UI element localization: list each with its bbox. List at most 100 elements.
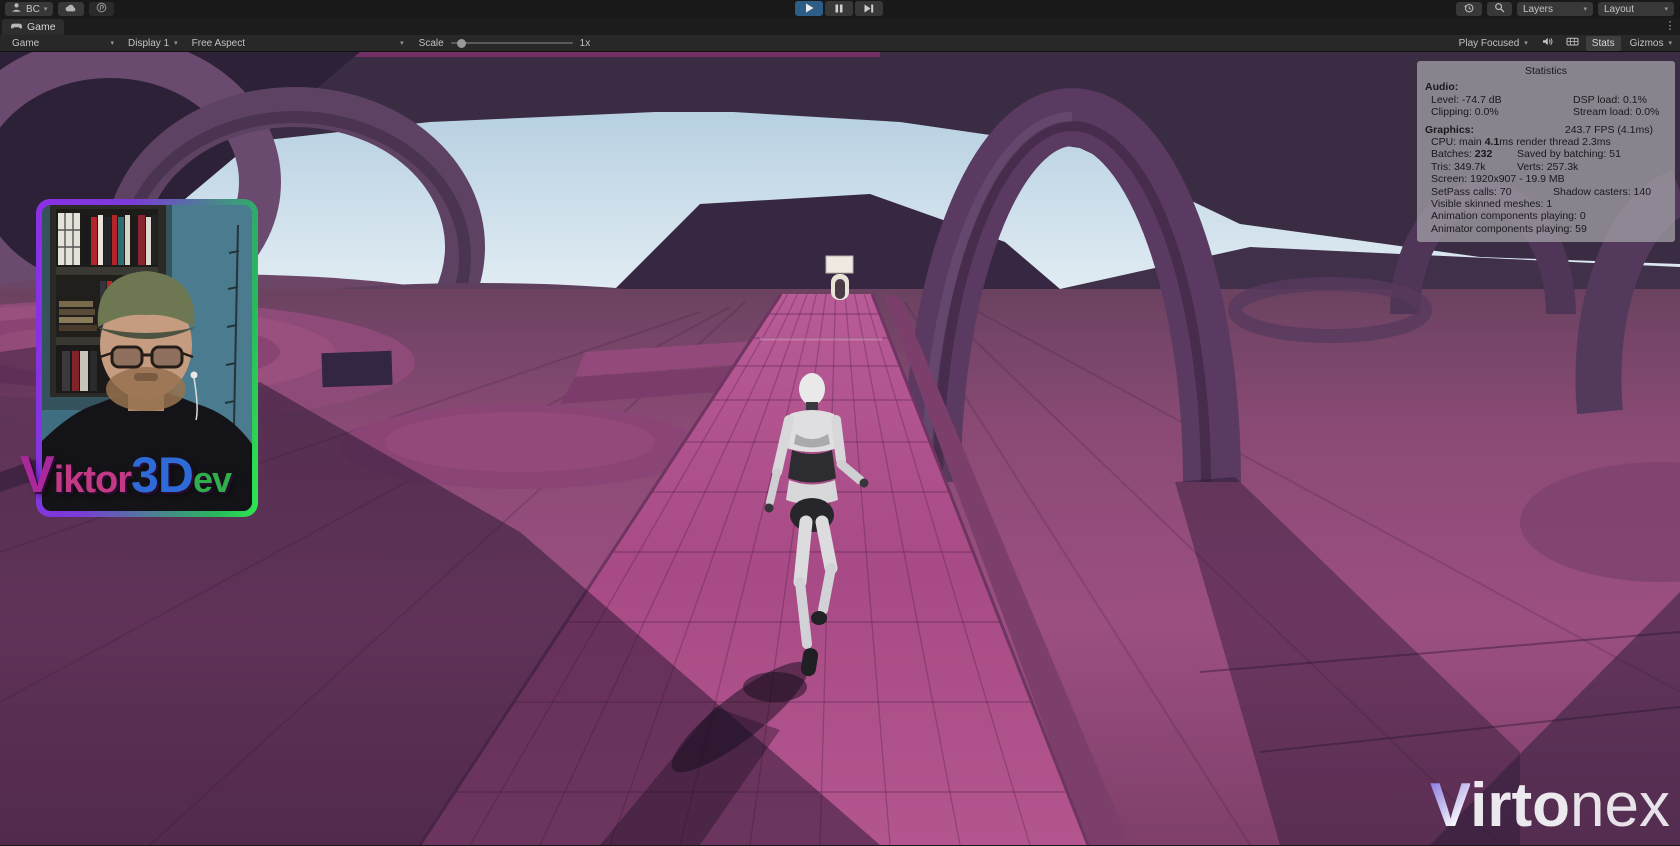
saved-by-batching: Saved by batching: 51 xyxy=(1517,148,1667,160)
graphics-heading: Graphics: xyxy=(1425,124,1474,136)
screen-info: Screen: 1920x907 - 19.9 MB xyxy=(1431,173,1667,185)
graphics-row-animation: Animation components playing: 0 xyxy=(1425,210,1667,222)
layers-dropdown[interactable]: Layers ▾ xyxy=(1517,2,1593,16)
camera-dropdown-label: Game xyxy=(12,38,39,49)
step-button[interactable] xyxy=(855,1,883,16)
pane-menu-icon[interactable]: ⋮ xyxy=(1664,19,1676,32)
play-icon xyxy=(805,0,814,18)
audio-level: Level: -74.7 dB xyxy=(1431,94,1573,106)
version-control-button[interactable] xyxy=(89,2,114,16)
scale-slider[interactable] xyxy=(451,42,573,44)
chevron-down-icon: ▾ xyxy=(174,40,178,47)
audio-row: Clipping: 0.0% Stream load: 0.0% xyxy=(1425,106,1667,118)
verts-count: Verts: 257.3k xyxy=(1517,161,1667,173)
account-button[interactable]: BC ▾ xyxy=(5,2,53,16)
play-controls xyxy=(795,1,883,16)
undo-history-icon xyxy=(1463,2,1475,17)
play-button[interactable] xyxy=(795,1,823,16)
display-dropdown-label: Display 1 xyxy=(128,38,169,49)
metrics-grid-icon xyxy=(1566,36,1579,50)
pause-icon xyxy=(835,0,843,18)
graphics-row-animator: Animator components playing: 59 xyxy=(1425,223,1667,235)
game-toolbar-right: Play Focused ▾ Stats Gizmos ▾ xyxy=(1452,36,1675,51)
graphics-row-cpu: CPU: main 4.1ms render thread 2.3ms xyxy=(1425,136,1667,148)
chevron-down-icon: ▾ xyxy=(400,40,404,47)
cpu-times: CPU: main 4.1ms render thread 2.3ms xyxy=(1431,136,1667,148)
graphics-row-skinned: Visible skinned meshes: 1 xyxy=(1425,198,1667,210)
aspect-dropdown-label: Free Aspect xyxy=(192,38,245,49)
chevron-down-icon: ▾ xyxy=(44,6,48,13)
logo-letters-iktor: iktor xyxy=(54,459,131,501)
audio-stream-load: Stream load: 0.0% xyxy=(1573,106,1667,118)
layout-label: Layout xyxy=(1604,4,1634,15)
graphics-heading-row: Graphics: 243.7 FPS (4.1ms) xyxy=(1425,124,1667,136)
search-icon xyxy=(1494,2,1505,16)
chevron-down-icon: ▾ xyxy=(1583,6,1587,13)
audio-dsp-load: DSP load: 0.1% xyxy=(1573,94,1667,106)
logo-letter-v: V xyxy=(20,446,54,504)
animator-components: Animator components playing: 59 xyxy=(1431,223,1667,235)
aspect-dropdown[interactable]: Free Aspect ▾ xyxy=(185,35,411,51)
tris-count: Tris: 349.7k xyxy=(1431,161,1517,173)
cloud-button[interactable] xyxy=(58,2,84,16)
gizmos-label: Gizmos xyxy=(1630,38,1664,49)
cloud-icon xyxy=(65,3,77,16)
audio-clipping: Clipping: 0.0% xyxy=(1431,106,1573,118)
scale-slider-knob[interactable] xyxy=(457,39,466,48)
scale-value: 1x xyxy=(580,38,591,49)
game-tab-icon xyxy=(10,21,23,33)
history-button[interactable] xyxy=(1456,2,1482,16)
game-tab-label: Game xyxy=(27,21,56,33)
watermark-light: nex xyxy=(1570,771,1670,840)
account-label: BC xyxy=(26,4,40,15)
webcam-overlay: Viktor3Dev xyxy=(36,199,258,517)
batches-count: Batches: 232 xyxy=(1431,148,1517,160)
shadow-casters: Shadow casters: 140 xyxy=(1553,186,1667,198)
audio-row: Level: -74.7 dB DSP load: 0.1% xyxy=(1425,94,1667,106)
stats-toggle-button[interactable]: Stats xyxy=(1586,36,1621,51)
watermark-v: V xyxy=(1430,771,1470,840)
gizmos-dropdown[interactable]: Gizmos ▾ xyxy=(1623,38,1675,49)
logo-letters-ev: ev xyxy=(193,459,231,500)
audio-heading: Audio: xyxy=(1425,81,1667,93)
account-icon xyxy=(11,2,22,16)
virtonex-watermark: Virtonex xyxy=(1430,770,1670,841)
logo-letters-3d: 3D xyxy=(131,447,193,503)
tab-game[interactable]: Game xyxy=(2,19,64,35)
play-focused-label: Play Focused xyxy=(1459,38,1520,49)
chevron-down-icon: ▾ xyxy=(110,40,114,47)
step-icon xyxy=(864,0,874,18)
search-button[interactable] xyxy=(1487,2,1512,16)
speaker-icon xyxy=(1542,36,1554,50)
game-viewport[interactable]: Statistics Audio: Level: -74.7 dB DSP lo… xyxy=(0,52,1680,845)
streamer-logo: Viktor3Dev xyxy=(20,445,290,505)
graphics-row-batches: Batches: 232 Saved by batching: 51 xyxy=(1425,148,1667,160)
layout-dropdown[interactable]: Layout ▾ xyxy=(1598,2,1674,16)
chevron-down-icon: ▾ xyxy=(1668,40,1672,47)
scale-control: Scale 1x xyxy=(411,38,599,49)
graphics-row-setpass: SetPass calls: 70 Shadow casters: 140 xyxy=(1425,186,1667,198)
watermark-bold: Virto xyxy=(1430,771,1570,840)
version-control-icon xyxy=(96,2,107,16)
statistics-title: Statistics xyxy=(1425,65,1667,77)
mute-audio-button[interactable] xyxy=(1537,36,1559,51)
scale-label: Scale xyxy=(419,38,444,49)
layers-label: Layers xyxy=(1523,4,1553,15)
setpass-calls: SetPass calls: 70 xyxy=(1431,186,1553,198)
play-focused-dropdown[interactable]: Play Focused ▾ xyxy=(1452,38,1535,49)
watermark-bold-rest: irto xyxy=(1470,771,1570,840)
chevron-down-icon: ▾ xyxy=(1524,40,1528,47)
editor-topbar: BC ▾ Layers ▾ Layout ▾ xyxy=(0,0,1680,18)
pane-tab-row: Game ⋮ xyxy=(0,18,1680,35)
topbar-right-group: Layers ▾ Layout ▾ xyxy=(1456,2,1675,16)
visible-skinned-meshes: Visible skinned meshes: 1 xyxy=(1431,198,1667,210)
camera-dropdown[interactable]: Game ▾ xyxy=(5,35,121,51)
fps-readout: 243.7 FPS (4.1ms) xyxy=(1474,124,1667,136)
pause-button[interactable] xyxy=(825,1,853,16)
graphics-row-tris: Tris: 349.7k Verts: 257.3k xyxy=(1425,161,1667,173)
display-dropdown[interactable]: Display 1 ▾ xyxy=(121,35,185,51)
stats-button-label: Stats xyxy=(1592,38,1615,49)
game-view-toolbar: Game ▾ Display 1 ▾ Free Aspect ▾ Scale 1… xyxy=(0,35,1680,52)
metrics-button[interactable] xyxy=(1561,36,1584,51)
graphics-row-screen: Screen: 1920x907 - 19.9 MB xyxy=(1425,173,1667,185)
